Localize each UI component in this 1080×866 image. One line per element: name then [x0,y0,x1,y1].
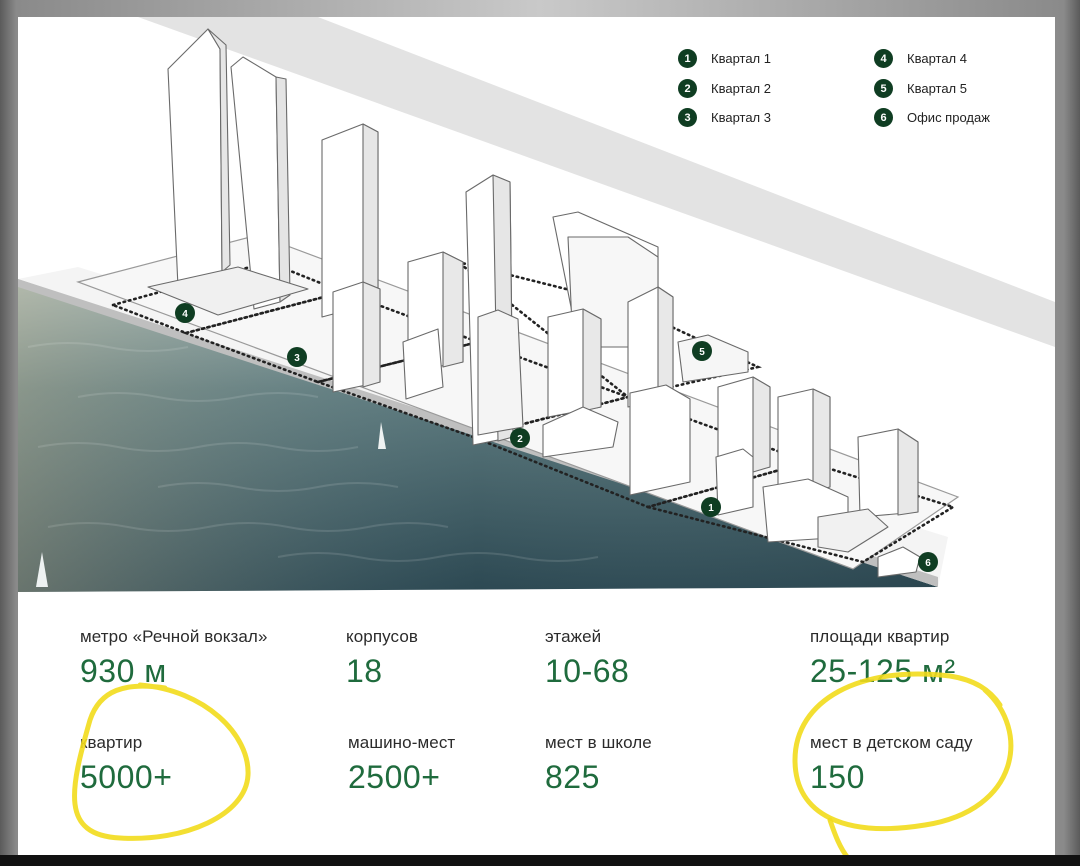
marker-2: 2 [510,428,530,448]
stat-parking: машино-мест 2500+ [348,733,455,796]
stat-school: мест в школе 825 [545,733,652,796]
legend-number: 1 [678,49,697,68]
stat-value: 18 [346,653,383,689]
marker-6-label: 6 [925,558,931,569]
stat-label: квартир [80,733,143,752]
stat-value: 25-125 м² [810,653,956,689]
stat-value: 10-68 [545,653,630,689]
legend-item-1: 1 Квартал 1 [678,49,771,68]
legend-label: Квартал 4 [907,51,967,66]
stat-value: 5000+ [80,759,173,795]
stat-buildings: корпусов 18 [346,627,418,690]
bottom-bar [0,855,1080,866]
marker-2-label: 2 [517,434,523,445]
legend-label: Квартал 5 [907,81,967,96]
stat-metro: метро «Речной вокзал» 930 м [80,627,268,690]
legend-number: 3 [678,108,697,127]
marker-3: 3 [287,347,307,367]
stat-label: мест в школе [545,733,652,752]
marker-4: 4 [175,303,195,323]
stat-label: метро «Речной вокзал» [80,627,268,646]
stat-label: этажей [545,627,602,646]
project-card: 1 2 3 4 5 6 1 Квартал 1 2 Квартал 2 3 Кв… [18,17,1055,855]
legend-label: Квартал 1 [711,51,771,66]
stat-label: мест в детском саду [810,733,973,752]
marker-3-label: 3 [294,353,300,364]
marker-1: 1 [701,497,721,517]
legend-label: Квартал 2 [711,81,771,96]
legend-item-5: 5 Квартал 5 [874,79,967,98]
legend-item-4: 4 Квартал 4 [874,49,967,68]
stat-value: 2500+ [348,759,441,795]
marker-5: 5 [692,341,712,361]
marker-4-label: 4 [182,309,188,320]
legend-item-3: 3 Квартал 3 [678,108,771,127]
stat-label: площади квартир [810,627,950,646]
marker-5-label: 5 [699,347,705,358]
legend-item-6: 6 Офис продаж [874,108,990,127]
legend-label: Квартал 3 [711,110,771,125]
legend-label: Офис продаж [907,110,990,125]
stat-value: 825 [545,759,600,795]
stat-value: 930 м [80,653,167,689]
stat-label: машино-мест [348,733,456,752]
stat-floors: этажей 10-68 [545,627,629,690]
legend-number: 5 [874,79,893,98]
masterplan-illustration: 1 2 3 4 5 6 [18,17,1055,592]
marker-6: 6 [918,552,938,572]
stat-value: 150 [810,759,865,795]
stat-apartments: квартир 5000+ [80,733,172,796]
marker-1-label: 1 [708,503,714,514]
stat-kindergarten: мест в детском саду 150 [810,733,973,796]
legend-number: 6 [874,108,893,127]
legend-item-2: 2 Квартал 2 [678,79,771,98]
legend-number: 4 [874,49,893,68]
stat-label: корпусов [346,627,419,646]
legend-number: 2 [678,79,697,98]
stat-apartment-area: площади квартир 25-125 м² [810,627,956,690]
